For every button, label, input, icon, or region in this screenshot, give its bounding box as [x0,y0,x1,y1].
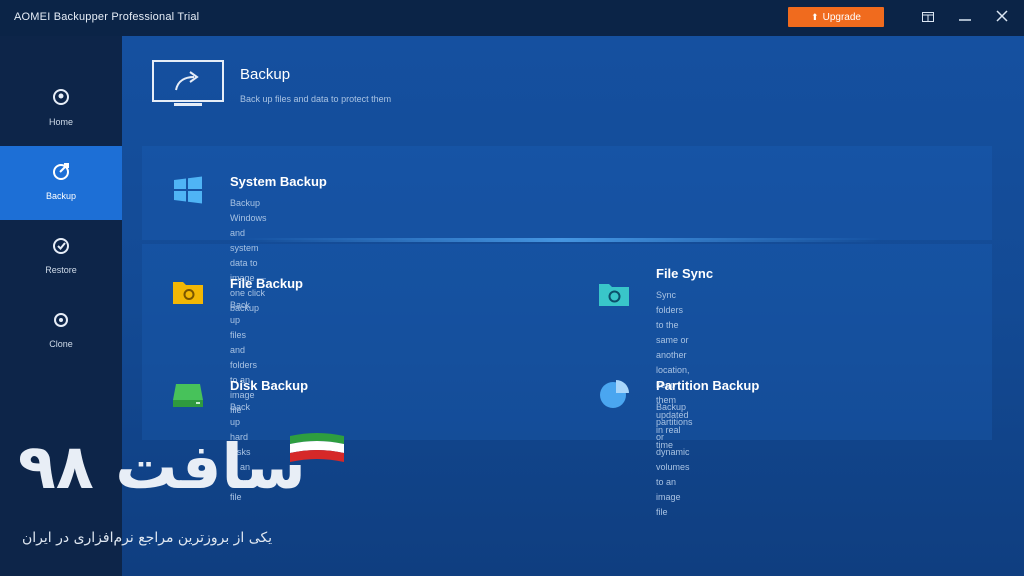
card-title: Disk Backup [230,378,309,393]
menu-icon[interactable] [918,8,938,28]
title-bar: AOMEI Backupper Professional Trial ⬆ Upgr… [0,0,1024,36]
sidebar-item-home[interactable]: Home [0,72,122,146]
backup-icon [53,163,69,180]
sidebar-item-label: Restore [45,265,77,275]
divider-glow [242,238,882,242]
iran-flag-icon [290,433,344,462]
windows-icon [174,176,202,204]
sidebar-item-label: Clone [49,339,73,349]
card-title: Partition Backup [656,378,760,393]
clone-icon [54,313,68,327]
sidebar-item-backup[interactable]: Backup [0,146,122,220]
partition-icon [600,380,629,408]
app-title: AOMEI Backupper Professional Trial [14,11,200,23]
upgrade-label: Upgrade [822,12,861,23]
card-desc: Backup partitions or dynamic volumes to … [656,402,693,517]
restore-icon [53,238,69,254]
watermark-logo: سافت ۹۸ [18,430,378,522]
minimize-icon[interactable] [955,8,975,28]
card-title: System Backup [230,174,327,189]
sidebar-item-label: Backup [45,191,77,201]
sidebar-item-label: Home [48,117,73,127]
watermark-slogan: یکی از بروزترین مراجع نرم‌افزاری در ایرا… [22,530,273,546]
sidebar-item-clone[interactable]: Clone [0,294,122,368]
backup-options-panel [142,244,992,440]
close-icon[interactable] [992,8,1012,28]
upgrade-button[interactable]: ⬆ Upgrade [788,7,884,27]
file-sync-icon [599,284,629,306]
card-title: File Sync [656,266,714,281]
home-icon [53,89,69,105]
system-backup-panel [142,146,992,240]
page-subtitle: Back up files and data to protect them [240,94,392,104]
upgrade-icon: ⬆ [811,12,819,22]
disk-icon [173,384,203,407]
folder-icon [173,282,203,304]
page-title: Backup [240,66,291,83]
card-title: File Backup [230,276,303,291]
sidebar-item-restore[interactable]: Restore [0,220,122,294]
monitor-backup-icon [152,60,224,106]
watermark-logo-text: سافت ۹۸ [18,430,306,503]
